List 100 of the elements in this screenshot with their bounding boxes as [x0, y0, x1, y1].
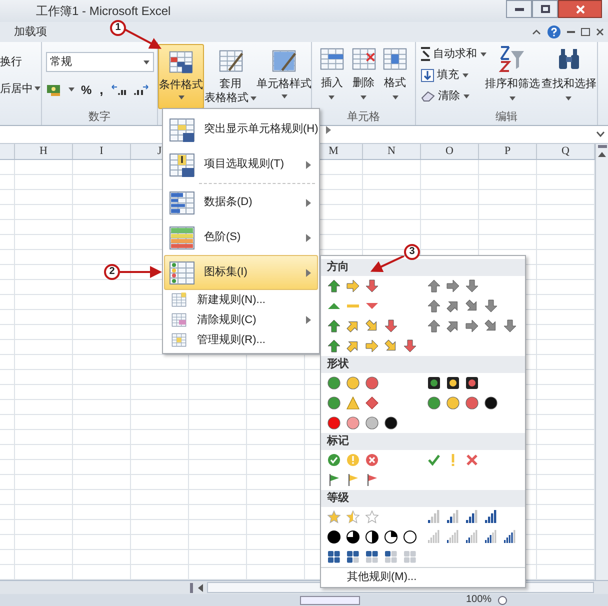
maximize-button[interactable] [532, 0, 558, 18]
signal-bars-icon [484, 510, 498, 524]
circle-icon [327, 396, 341, 410]
section-header: 形状 [321, 356, 525, 373]
sigma-icon [421, 47, 430, 61]
circle-icon [484, 396, 498, 410]
close-button[interactable] [558, 0, 602, 18]
flag-icon [346, 473, 360, 487]
callout-number: 3 [404, 244, 420, 260]
editing-button[interactable]: 排序和筛选 [484, 45, 540, 109]
minimize-icon [514, 8, 524, 10]
traffic-light-icon [446, 376, 460, 390]
merge-center-button[interactable]: 后居中 [0, 80, 41, 97]
arrow-icon [346, 279, 360, 293]
arrow-icon [446, 299, 460, 313]
editing-command[interactable]: 自动求和 [421, 45, 484, 63]
signal-bars-icon [465, 510, 479, 524]
traffic-light-icon [427, 376, 441, 390]
caret-icon [280, 94, 288, 99]
menu-item[interactable]: 图标集(I) [164, 255, 318, 290]
caret-icon [328, 94, 336, 100]
arrow-icon [346, 339, 360, 353]
menu-item[interactable]: 清除规则(C) [164, 310, 318, 330]
help-icon[interactable] [547, 25, 561, 39]
caret-icon [462, 72, 469, 78]
increase-decimal-icon[interactable] [111, 82, 128, 97]
close-icon[interactable] [596, 28, 604, 36]
cells-button[interactable]: 插入 [316, 46, 348, 109]
wrap-text-button[interactable]: 换行 [0, 54, 41, 70]
circle-icon [365, 376, 379, 390]
split-handle-icon[interactable] [190, 582, 193, 592]
clear-rules-icon [171, 312, 187, 328]
column-header: N [363, 144, 421, 159]
arrow-icon [403, 339, 417, 353]
decrease-decimal-icon[interactable] [133, 82, 150, 97]
exclamation-circle-icon [346, 453, 360, 467]
currency-icon[interactable] [46, 82, 62, 97]
circle-icon [427, 396, 441, 410]
x-icon [465, 453, 479, 467]
signal-bars-icon [446, 510, 460, 524]
split-handle-icon[interactable] [598, 145, 606, 148]
column-header: I [73, 144, 131, 159]
collapse-ribbon-icon[interactable] [532, 28, 541, 36]
caret-icon [143, 60, 150, 64]
signal-bars-icon [465, 530, 479, 544]
ribbon-tab[interactable]: 加载项 [12, 24, 49, 40]
section-header: 方向 [321, 259, 525, 276]
style-button[interactable]: 条件格式 [158, 44, 204, 109]
window-title: 工作簿1 - Microsoft Excel [36, 3, 171, 20]
icon-sets-icon [168, 258, 196, 286]
more-rules-menu-item[interactable]: 其他规则(M)... [347, 569, 417, 586]
star-icon [346, 510, 360, 524]
star-icon [365, 510, 379, 524]
flag-icon [365, 473, 379, 487]
grid-squares-icon [365, 550, 379, 564]
percent-button[interactable]: % [81, 80, 92, 99]
pie-icon [365, 530, 379, 544]
caret-icon [565, 96, 572, 100]
scroll-left-icon[interactable] [197, 584, 203, 592]
editing-command[interactable]: 填充 [421, 66, 484, 84]
signal-bars-icon [427, 530, 441, 544]
star-icon [327, 510, 341, 524]
menu-item[interactable]: 色阶(S) [164, 220, 318, 255]
restore-icon [540, 5, 550, 13]
arrow-icon [427, 319, 441, 333]
arrow-icon [503, 319, 517, 333]
zoom-level: 100% [466, 595, 492, 605]
arrow-icon [327, 319, 341, 333]
menu-item[interactable]: 数据条(D) [164, 185, 318, 220]
menu-item[interactable]: 突出显示单元格规则(H) [164, 112, 318, 147]
style-button[interactable]: 套用 表格格式 [204, 44, 257, 109]
zoom-out-icon[interactable] [498, 596, 507, 604]
caret-icon [463, 94, 470, 98]
pie-icon [346, 530, 360, 544]
menu-item[interactable]: 管理规则(R)... [164, 330, 318, 350]
style-button[interactable]: 单元格样式 [257, 44, 311, 109]
diamond-icon [365, 396, 379, 410]
minimize-button[interactable] [506, 0, 532, 18]
menu-item[interactable]: 新建规则(N)... [164, 290, 318, 310]
number-format-dropdown[interactable]: 常规 [46, 52, 154, 72]
arrow-icon [365, 279, 379, 293]
arrow-icon [465, 279, 479, 293]
view-buttons-icon[interactable] [300, 596, 360, 604]
arrow-icon [327, 279, 341, 293]
cells-button[interactable]: 格式 [379, 46, 412, 109]
arrow-icon [446, 279, 460, 293]
editing-button[interactable]: 查找和选择 [540, 45, 597, 109]
cells-button[interactable]: 删除 [348, 46, 380, 109]
comma-button[interactable]: , [98, 80, 106, 100]
circle-icon [327, 376, 341, 390]
expand-icon[interactable] [596, 131, 605, 138]
pie-icon [403, 530, 417, 544]
scroll-up-icon[interactable] [598, 151, 606, 157]
check-circle-icon [327, 453, 341, 467]
restore-icon[interactable] [581, 28, 590, 36]
caret-icon [68, 87, 75, 92]
table-format-icon [218, 48, 244, 74]
editing-command[interactable]: 清除 [421, 87, 484, 105]
vertical-scrollbar[interactable] [595, 144, 608, 580]
caret-icon [508, 96, 516, 100]
